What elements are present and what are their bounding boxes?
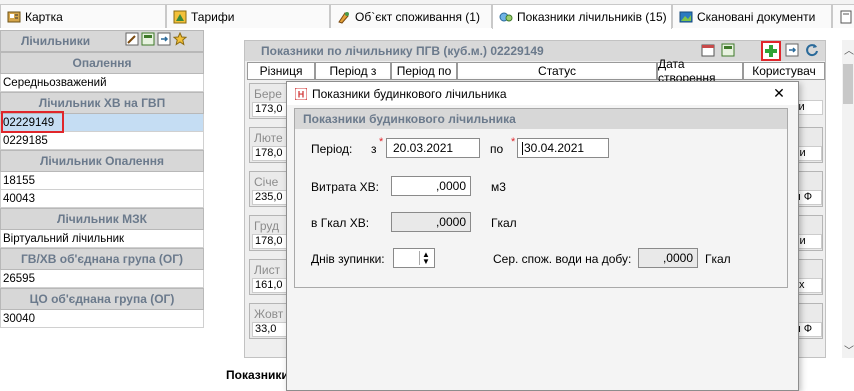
column-header-difference[interactable]: Різниця	[247, 62, 315, 80]
gcal-field: ,0000	[391, 212, 471, 232]
section-co-group-header: ЦО об'єднана група (ОГ)	[0, 288, 204, 310]
scroll-thumb[interactable]	[843, 64, 853, 104]
meter-reading-fieldset: Показники будинкового лічильника Період:…	[294, 108, 788, 288]
list-item[interactable]: 26595	[0, 270, 204, 288]
card-icon	[7, 11, 21, 22]
month-group-label: Бере	[254, 87, 282, 101]
required-mark: *	[511, 136, 516, 148]
period-from-field[interactable]: 20.03.2021	[386, 138, 480, 158]
readings-toolbar-right	[785, 43, 819, 57]
gcal-label: в Гкал ХВ:	[311, 216, 370, 230]
period-label: Період:	[311, 142, 353, 156]
avg-consumption-field: ,0000	[638, 248, 698, 268]
section-mzk-header: Лічильник МЗК	[0, 208, 204, 230]
tab-object-label: Об`єкт споживання (1)	[355, 9, 480, 24]
gcal-unit: Гкал	[491, 216, 517, 230]
consumption-field[interactable]: ,0000	[391, 176, 471, 196]
tab-scanned[interactable]: Скановані документи	[672, 4, 832, 28]
list-item[interactable]: Середньозважений	[0, 74, 204, 92]
tab-object[interactable]: Об`єкт споживання (1)	[330, 4, 492, 28]
refresh-icon[interactable]	[805, 43, 819, 57]
period-to-field[interactable]: 30.04.2021	[517, 138, 609, 158]
tab-card[interactable]: Картка	[0, 4, 166, 28]
month-group-label: Груд	[254, 219, 279, 233]
close-icon: ✕	[773, 84, 785, 101]
tariff-icon	[173, 10, 187, 23]
list-item-selected[interactable]: 02229149	[0, 111, 204, 133]
meters-toolbar	[125, 32, 187, 46]
month-group-label: Жовт	[254, 307, 284, 321]
dialog-titlebar: Н Показники будинкового лічильника	[287, 82, 798, 105]
meters-panel: Лічильники Опалення Середньозважений Ліч…	[0, 30, 204, 340]
stop-days-label: Днів зупинки:	[311, 252, 385, 266]
star-icon[interactable]	[173, 32, 187, 46]
month-group-label: Січе	[254, 175, 279, 189]
dialog-title: Показники будинкового лічильника	[312, 86, 507, 101]
consumption-label: Витрата ХВ:	[311, 180, 379, 194]
month-group-label: Люте	[254, 131, 283, 145]
consumption-unit: м3	[491, 180, 506, 194]
vertical-scrollbar[interactable]: ︿ ﹀	[842, 40, 854, 358]
chevron-up-icon[interactable]: ︿	[844, 42, 854, 57]
calculator-icon[interactable]	[721, 43, 735, 57]
column-header-created[interactable]: Дата створення	[657, 57, 743, 85]
section-hw-cw-group-header: ГВ/ХВ об'єднана група (ОГ)	[0, 248, 204, 270]
spin-arrows-icon[interactable]: ▲ ▼	[419, 251, 432, 266]
tab-meters[interactable]: Показники лічильників (15)	[492, 4, 672, 29]
tab-card-label: Картка	[25, 9, 63, 24]
list-item[interactable]: 0229185	[0, 132, 204, 150]
list-item[interactable]: 40043	[0, 190, 204, 208]
avg-consumption-label: Сер. спож. води на добу:	[493, 252, 632, 266]
list-item[interactable]: 18155	[0, 172, 204, 190]
svg-text:Н: Н	[298, 89, 305, 99]
month-group-label: Лист	[254, 263, 281, 277]
tab-tariffs-label: Тарифи	[191, 9, 235, 24]
section-heating-header: Опалення	[0, 52, 204, 74]
meters-panel-title-text: Лічильники	[21, 34, 91, 48]
list-item[interactable]: 30040	[0, 310, 204, 328]
period-to-label: по	[490, 142, 504, 156]
calculator-icon[interactable]	[141, 32, 155, 46]
edit-icon[interactable]	[125, 32, 139, 46]
selection-highlight	[1, 111, 64, 133]
meter-reading-dialog: Н Показники будинкового лічильника ✕ Пок…	[286, 81, 799, 391]
tab-meters-label: Показники лічильників (15)	[517, 10, 667, 24]
plus-icon	[765, 45, 777, 57]
object-icon	[338, 11, 349, 24]
scan-icon	[679, 11, 693, 22]
tab-tariffs[interactable]: Тарифи	[166, 4, 330, 28]
export-icon[interactable]	[157, 32, 171, 46]
list-item[interactable]: Віртуальний лічильник	[0, 230, 204, 248]
calendar-icon[interactable]	[701, 43, 715, 57]
meters-icon	[499, 12, 513, 22]
required-mark: *	[379, 136, 384, 148]
tab-scanned-label: Скановані документи	[697, 9, 816, 24]
text-cursor	[522, 141, 523, 155]
document-icon	[840, 10, 852, 23]
stop-days-stepper[interactable]: ▲ ▼	[393, 248, 435, 268]
readings-panel-title-text: Показники по лічильнику ПГВ (куб.м.) 022…	[261, 44, 544, 58]
readings-toolbar	[701, 43, 735, 57]
export-icon[interactable]	[785, 43, 799, 57]
column-header-user[interactable]: Користувач	[743, 62, 825, 80]
section-heating-meter-header: Лічильник Опалення	[0, 150, 204, 172]
add-reading-button[interactable]	[761, 41, 781, 61]
column-header-status[interactable]: Статус	[457, 62, 657, 80]
bottom-tab-readings[interactable]: Показники	[226, 368, 289, 382]
app-icon: Н	[295, 87, 307, 100]
column-header-period-to[interactable]: Період по	[391, 62, 457, 80]
meters-panel-title: Лічильники	[0, 30, 204, 52]
tab-more[interactable]	[832, 4, 854, 28]
avg-consumption-unit: Гкал	[705, 252, 731, 266]
period-from-label: з	[371, 142, 377, 156]
chevron-down-icon[interactable]: ﹀	[844, 342, 854, 357]
close-button[interactable]: ✕	[769, 84, 789, 102]
column-header-period-from[interactable]: Період з	[315, 62, 391, 80]
period-to-value: 30.04.2021	[524, 141, 585, 155]
fieldset-title: Показники будинкового лічильника	[295, 109, 787, 129]
